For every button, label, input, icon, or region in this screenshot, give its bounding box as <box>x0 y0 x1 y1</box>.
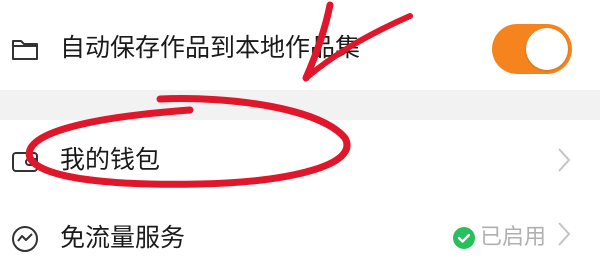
wallet-label: 我的钱包 <box>60 145 161 174</box>
status-text: 已启用 <box>480 225 547 250</box>
folder-icon <box>12 40 38 60</box>
setting-row-autosave[interactable]: 自动保存作品到本地作品集 <box>0 0 600 90</box>
check-circle-icon <box>453 227 475 249</box>
traffic-icon <box>12 226 38 252</box>
autosave-toggle[interactable] <box>492 24 572 74</box>
section-gap <box>0 90 600 120</box>
toggle-knob <box>526 28 568 70</box>
setting-row-wallet[interactable]: 我的钱包 <box>0 120 600 201</box>
status-badge: 已启用 <box>452 222 546 254</box>
wallet-icon <box>12 152 38 172</box>
setting-row-free-traffic[interactable]: 免流量服务 已启用 <box>0 200 600 268</box>
chevron-right-icon <box>558 222 571 246</box>
autosave-label: 自动保存作品到本地作品集 <box>60 33 361 62</box>
free-traffic-label: 免流量服务 <box>60 223 186 252</box>
chevron-right-icon <box>558 148 571 172</box>
